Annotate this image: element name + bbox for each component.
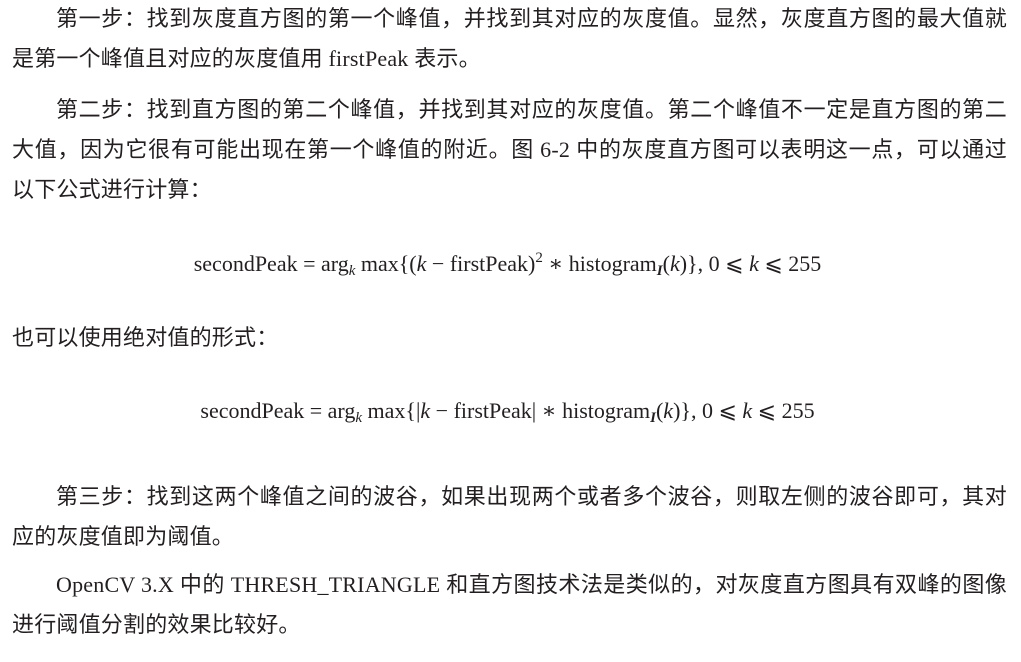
paragraph-step-three: 第三步：找到这两个峰值之间的波谷，如果出现两个或者多个波谷，则取左侧的波谷即可，… — [12, 484, 1007, 549]
formula-second-peak-squared: secondPeak = argk max{(k − firstPeak)2 ∗… — [0, 249, 1021, 279]
paragraph-step-one: 第一步：找到灰度直方图的第一个峰值，并找到其对应的灰度值。显然，灰度直方图的最大… — [12, 6, 1007, 71]
formula-minus-firstpeak: − firstPeak) — [426, 251, 536, 276]
formula-paren-open: ( — [662, 251, 670, 276]
formula-subscript-k: k — [348, 263, 356, 279]
formula-max-open: max{( — [355, 251, 417, 276]
formula-var-k: k — [420, 398, 431, 423]
formula-var-k-range: k — [749, 251, 759, 276]
formula-subscript-i: I — [650, 410, 656, 426]
formula-minus-firstpeak-histogram: − firstPeak| ∗ histogram — [430, 398, 651, 423]
document-page: 第一步：找到灰度直方图的第一个峰值，并找到其对应的灰度值。显然，灰度直方图的最大… — [0, 0, 1021, 662]
formula-range-open: )}, 0 ⩽ — [679, 251, 750, 276]
paragraph-opencv-note: OpenCV 3.X 中的 THRESH_TRIANGLE 和直方图技术法是类似… — [12, 572, 1007, 637]
formula-var-k: k — [416, 251, 427, 276]
formula-subscript-k: k — [355, 410, 363, 426]
formula-subscript-i: I — [656, 263, 663, 279]
paragraph-absolute-form-intro: 也可以使用绝对值的形式： — [12, 325, 279, 350]
formula-max-open: max{| — [362, 398, 421, 423]
formula-exponent-2: 2 — [535, 250, 543, 266]
paragraph-step-two: 第二步：找到直方图的第二个峰值，并找到其对应的灰度值。第二个峰值不一定是直方图的… — [12, 97, 1007, 202]
formula-range-upper: ⩽ 255 — [752, 398, 815, 423]
formula-range-upper: ⩽ 255 — [758, 251, 822, 276]
formula-var-k-arg: k — [669, 251, 680, 276]
formula-lhs: secondPeak = arg — [193, 251, 349, 276]
formula-range-open: )}, 0 ⩽ — [673, 398, 743, 423]
formula-lhs: secondPeak = arg — [200, 398, 356, 423]
formula-var-k-range: k — [742, 398, 753, 423]
formula-times-histogram: ∗ histogram — [542, 251, 657, 276]
formula-var-k-arg: k — [663, 398, 674, 423]
formula-second-peak-absolute: secondPeak = argk max{|k − firstPeak| ∗ … — [0, 396, 1021, 426]
